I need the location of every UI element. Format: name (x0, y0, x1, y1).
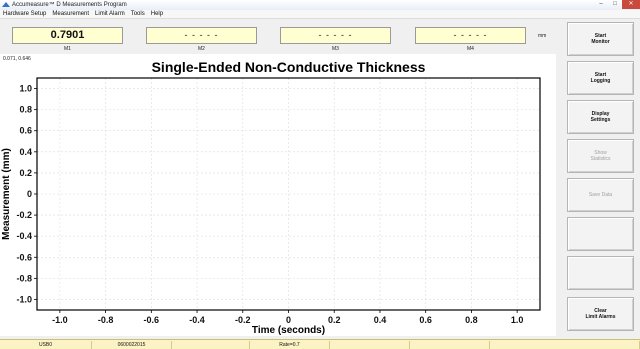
menu-bar: Hardware Setup Measurement Limit Alarm T… (0, 10, 640, 19)
status-cell-5 (330, 341, 410, 349)
x-tick-label: -1.0 (52, 315, 68, 325)
x-tick-label: -0.4 (189, 315, 205, 325)
measurement-m1-label: M1 (64, 46, 71, 52)
cursor-readout: 0.071, 0.646 (3, 56, 31, 62)
y-tick-label: 1.0 (19, 84, 32, 94)
save-data-button[interactable]: Save Data (567, 178, 634, 212)
x-tick-label: 0 (286, 315, 291, 325)
minimize-icon[interactable]: – (594, 0, 608, 9)
status-cell-3 (172, 341, 250, 349)
x-tick-label: -0.8 (98, 315, 114, 325)
status-serial: 0600022015 (92, 341, 172, 349)
status-bar: USB0 0600022015 Rate=0.7 (0, 339, 640, 349)
app-icon (2, 2, 10, 7)
display-settings-button[interactable]: Display Settings (567, 100, 634, 134)
y-tick-label: 0.2 (19, 168, 32, 178)
x-tick-label: 1.0 (511, 315, 524, 325)
maximize-icon[interactable]: □ (608, 0, 622, 9)
title-bar: Accumeasure™ D Measurements Program – □ … (0, 0, 640, 10)
start-monitor-button[interactable]: Start Monitor (567, 22, 634, 56)
y-tick-label: -1.0 (16, 294, 32, 304)
menu-hardware-setup[interactable]: Hardware Setup (0, 10, 49, 18)
chart-title: Single-Ended Non-Conductive Thickness (152, 59, 426, 75)
y-axis-label: Measurement (mm) (1, 148, 12, 240)
window-controls: – □ ✕ (594, 0, 640, 10)
clear-limit-alarms-button[interactable]: Clear Limit Alarms (567, 297, 634, 331)
status-cell-6 (410, 341, 490, 349)
x-tick-label: -0.2 (235, 315, 251, 325)
app-window: Accumeasure™ D Measurements Program – □ … (0, 0, 640, 349)
measurement-m2-label: M2 (198, 46, 205, 52)
measurement-m4-label: M4 (467, 46, 474, 52)
menu-help[interactable]: Help (148, 10, 166, 18)
x-tick-label: 0.6 (419, 315, 432, 325)
start-logging-button[interactable]: Start Logging (567, 61, 634, 95)
blank-button-1[interactable] (567, 217, 634, 251)
measurement-m2-value: - - - - - (146, 27, 257, 44)
close-icon[interactable]: ✕ (622, 0, 640, 9)
y-tick-label: -0.4 (16, 231, 32, 241)
measurement-m3-value: - - - - - (280, 27, 391, 44)
menu-limit-alarm[interactable]: Limit Alarm (92, 10, 128, 18)
y-tick-label: 0 (27, 189, 32, 199)
x-tick-label: 0.2 (328, 315, 341, 325)
thickness-chart[interactable]: -1.0 -0.8 -0.6 -0.4 -0.2 0 0.2 0.4 0.6 0.8 1.0 1.0 0… (0, 54, 556, 336)
status-rate: Rate=0.7 (250, 341, 330, 349)
measurement-m4-value: - - - - - (415, 27, 526, 44)
measurement-m1-value: 0.7901 (12, 27, 123, 44)
y-tick-label: 0.4 (19, 147, 32, 157)
y-tick-label: 0.6 (19, 126, 32, 136)
y-tick-label: 0.8 (19, 105, 32, 115)
blank-button-2[interactable] (567, 256, 634, 290)
x-axis-label: Time (seconds) (252, 325, 325, 336)
x-tick-label: 0.8 (465, 315, 478, 325)
y-tick-label: -0.6 (16, 252, 32, 262)
show-statistics-button[interactable]: Show Statistics (567, 139, 634, 173)
status-cell-7 (490, 341, 640, 349)
x-tick-label: -0.6 (144, 315, 160, 325)
unit-label: mm (538, 33, 547, 39)
menu-tools[interactable]: Tools (128, 10, 148, 18)
x-tick-label: 0.4 (374, 315, 387, 325)
y-tick-label: -0.8 (16, 273, 32, 283)
status-port: USB0 (0, 341, 92, 349)
y-tick-label: -0.2 (16, 210, 32, 220)
measurement-m3-label: M3 (332, 46, 339, 52)
window-title: Accumeasure™ D Measurements Program (12, 2, 127, 8)
menu-measurement[interactable]: Measurement (49, 10, 92, 18)
